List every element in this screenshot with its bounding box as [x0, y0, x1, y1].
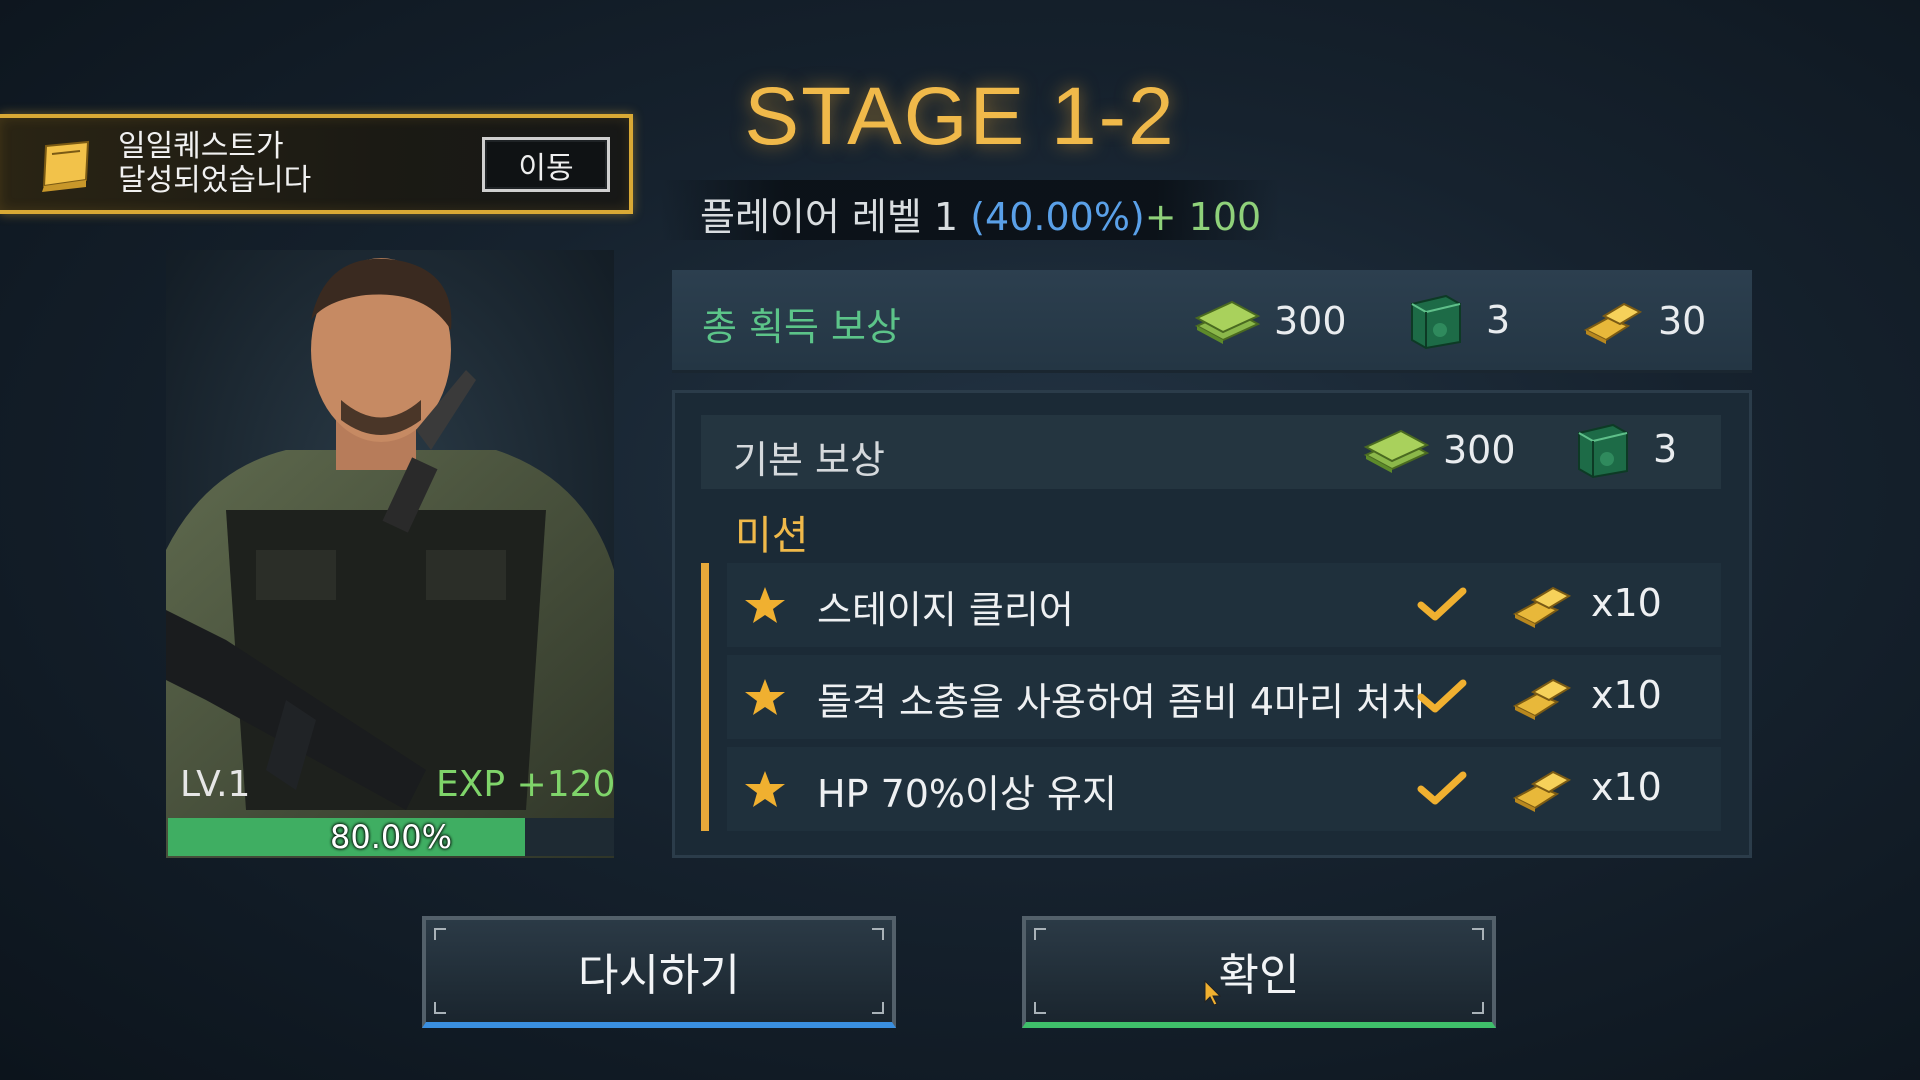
gold-bar-icon	[1512, 770, 1572, 812]
gold-bar-icon	[1583, 302, 1643, 344]
cash-stack-icon	[1363, 429, 1430, 473]
player-level: 플레이어 레벨 1 (40.00%)+ 100	[700, 186, 1261, 241]
corner-mark	[1472, 1002, 1484, 1014]
mission-text: 돌격 소총을 사용하여 좀비 4마리 처치	[817, 680, 1426, 724]
check-icon	[1417, 587, 1467, 621]
exp-gain: EXP +120	[436, 764, 616, 805]
total-cash-amount: 300	[1274, 299, 1347, 343]
daily-quest-notice: 일일퀘스트가 달성되었습니다 이동	[0, 114, 633, 214]
corner-mark	[1034, 1002, 1046, 1014]
gold-bar-icon	[1512, 678, 1572, 720]
base-box-reward: 3	[1575, 419, 1677, 479]
star-icon	[745, 771, 785, 807]
base-reward-row: 기본 보상 300 3	[701, 415, 1721, 489]
mission-label: 미션	[735, 513, 809, 559]
corner-mark	[1472, 928, 1484, 940]
total-reward-row: 총 획득 보상 300 3 30	[672, 270, 1752, 373]
character-level: LV.1	[180, 764, 251, 805]
player-level-percent: (40.00%)	[970, 195, 1145, 239]
supply-box-icon	[1578, 423, 1628, 479]
mission-accent-bar	[701, 563, 709, 831]
total-gold-reward: 30	[1582, 296, 1706, 346]
cursor-icon	[1204, 980, 1222, 1006]
cash-stack-icon	[1194, 300, 1261, 344]
star-icon	[745, 587, 785, 623]
base-cash-amount: 300	[1443, 428, 1516, 472]
quest-message-line2: 달성되었습니다	[118, 163, 312, 198]
exp-percent: 80.00%	[329, 818, 452, 856]
player-level-bonus: + 100	[1144, 195, 1262, 239]
quest-message: 일일퀘스트가 달성되었습니다	[118, 130, 311, 198]
check-icon	[1417, 679, 1467, 713]
corner-mark	[1034, 928, 1046, 940]
total-cash-reward: 300	[1192, 296, 1347, 346]
confirm-button-label: 확인	[1218, 950, 1300, 1001]
corner-mark	[872, 1002, 884, 1014]
mission-row: 돌격 소총을 사용하여 좀비 4마리 처치 x10	[727, 655, 1721, 739]
total-reward-label: 총 획득 보상	[702, 305, 901, 349]
mission-reward: x10	[1591, 581, 1662, 625]
mission-row: 스테이지 클리어 x10	[727, 563, 1721, 647]
base-box-amount: 3	[1653, 427, 1678, 471]
confirm-button[interactable]: 확인	[1022, 916, 1496, 1028]
player-level-label: 플레이어 레벨 1	[700, 195, 959, 239]
star-icon	[745, 679, 785, 715]
total-gold-amount: 30	[1658, 299, 1707, 343]
reward-panel: 기본 보상 300 3 미션 스테이지 클리어 x10 돌격 소총을 사용하여 …	[672, 390, 1752, 858]
mission-text: HP 70%이상 유지	[817, 772, 1117, 816]
book-icon	[42, 140, 90, 192]
check-icon	[1417, 771, 1467, 805]
gold-bar-icon	[1512, 586, 1572, 628]
corner-mark	[434, 928, 446, 940]
move-button[interactable]: 이동	[482, 137, 610, 192]
mission-text: 스테이지 클리어	[817, 588, 1074, 632]
mission-reward: x10	[1591, 765, 1662, 809]
corner-mark	[434, 1002, 446, 1014]
base-reward-label: 기본 보상	[733, 438, 885, 482]
retry-button[interactable]: 다시하기	[422, 916, 896, 1028]
supply-box-icon	[1411, 294, 1461, 350]
mission-row: HP 70%이상 유지 x10	[727, 747, 1721, 831]
retry-button-label: 다시하기	[578, 950, 740, 1001]
mission-reward: x10	[1591, 673, 1662, 717]
quest-message-line1: 일일퀘스트가	[118, 129, 284, 164]
base-cash-reward: 300	[1361, 425, 1516, 475]
total-box-amount: 3	[1486, 298, 1511, 342]
total-box-reward: 3	[1408, 290, 1510, 350]
corner-mark	[872, 928, 884, 940]
stage-title: STAGE 1-2	[744, 71, 1176, 162]
